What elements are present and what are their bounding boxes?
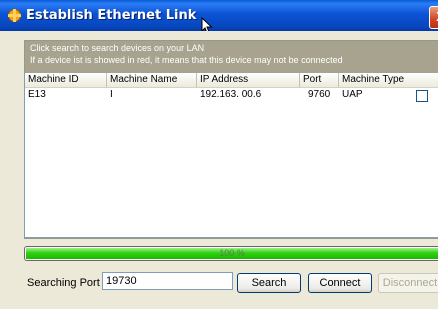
cell-machine-id: E13 [28, 89, 46, 100]
cell-ip-address: 192.163. 00.6 [200, 89, 262, 100]
search-progress-bar: 100 % [24, 246, 438, 261]
column-header-machine-id[interactable]: Machine ID [25, 73, 107, 87]
app-icon [8, 9, 21, 22]
table-row[interactable]: E13 I 192.163. 00.6 9760 UAP [25, 88, 438, 102]
progress-label: 100 % [219, 248, 245, 258]
hint-line-2: If a device ist is showed in red, it mea… [30, 55, 343, 65]
searching-port-label: Searching Port : [27, 277, 106, 289]
column-header-ip-address[interactable]: IP Address [197, 73, 300, 87]
search-button[interactable]: Search [237, 273, 301, 293]
title-bar[interactable]: Establish Ethernet Link X [0, 0, 438, 35]
disconnect-button[interactable]: Disconnect [378, 273, 438, 293]
searching-port-input[interactable] [102, 272, 233, 290]
cell-port: 9760 [308, 89, 331, 100]
cell-machine-type: UAP [342, 89, 363, 100]
column-header-machine-type[interactable]: Machine Type [339, 73, 438, 87]
column-header-machine-name[interactable]: Machine Name [107, 73, 197, 87]
window-title: Establish Ethernet Link [26, 8, 197, 23]
cell-machine-name: I [110, 89, 113, 100]
hint-line-1: Click search to search devices on your L… [30, 43, 205, 53]
establish-ethernet-link-window: Establish Ethernet Link X Click search t… [0, 0, 438, 309]
connect-button[interactable]: Connect [308, 273, 372, 293]
close-button[interactable]: X [429, 6, 438, 29]
column-header-port[interactable]: Port [300, 73, 339, 87]
row-select-checkbox[interactable] [416, 90, 428, 102]
device-list[interactable]: Machine ID Machine Name IP Address Port … [24, 73, 438, 238]
device-list-header: Machine ID Machine Name IP Address Port … [25, 73, 438, 88]
